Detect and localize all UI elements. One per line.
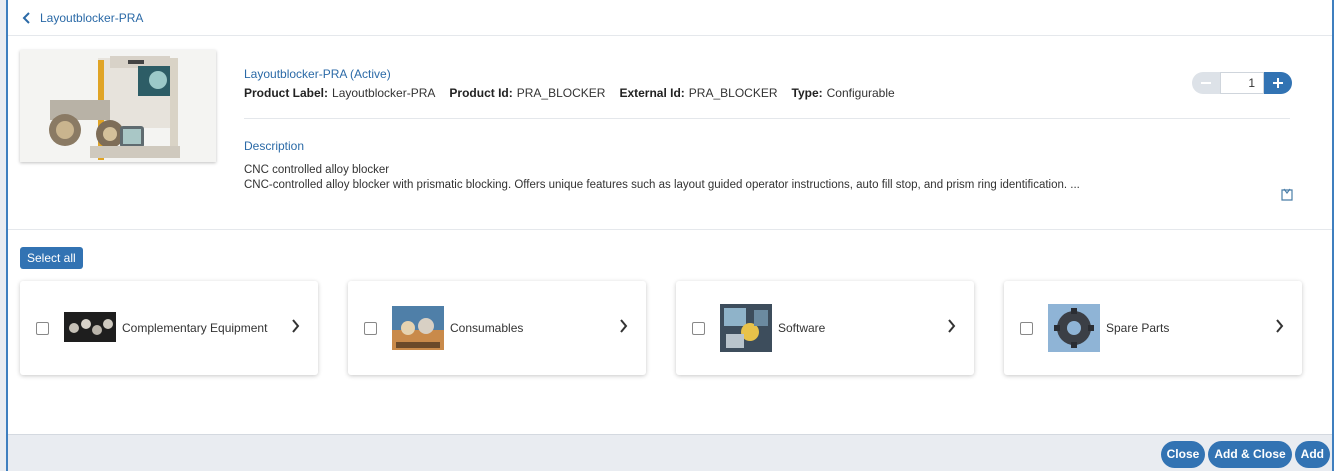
info-divider bbox=[244, 118, 1290, 119]
product-label-key: Product Label: bbox=[244, 86, 329, 100]
external-id-key: External Id: bbox=[619, 86, 685, 100]
decrease-quantity-button[interactable] bbox=[1192, 72, 1220, 94]
close-button[interactable]: Close bbox=[1160, 441, 1206, 468]
category-label: Software bbox=[778, 321, 826, 335]
category-card-spare-parts[interactable]: Spare Parts bbox=[1004, 281, 1302, 375]
select-all-button[interactable]: Select all bbox=[20, 247, 83, 269]
product-image bbox=[20, 50, 216, 162]
back-link[interactable]: Layoutblocker-PRA bbox=[22, 11, 143, 25]
product-label-value: Layoutblocker-PRA bbox=[332, 86, 436, 100]
plus-icon bbox=[1273, 78, 1283, 88]
product-id-value: PRA_BLOCKER bbox=[516, 86, 606, 100]
product-panel: Layoutblocker-PRA (Active) Product Label… bbox=[20, 50, 1324, 230]
category-checkbox[interactable] bbox=[1020, 321, 1033, 335]
add-button[interactable]: Add bbox=[1294, 441, 1330, 468]
external-id-value: PRA_BLOCKER bbox=[688, 86, 778, 100]
add-and-close-button[interactable]: Add & Close bbox=[1208, 441, 1292, 468]
category-label: Complementary Equipment bbox=[122, 321, 268, 335]
chevron-right-icon[interactable] bbox=[291, 319, 300, 333]
category-card-software[interactable]: Software bbox=[676, 281, 974, 375]
section-divider bbox=[8, 229, 1332, 230]
description-text: CNC controlled alloy blocker CNC-control… bbox=[244, 163, 1080, 193]
description-line-2: CNC-controlled alloy blocker with prisma… bbox=[244, 179, 1080, 191]
category-checkbox[interactable] bbox=[692, 321, 705, 335]
increase-quantity-button[interactable] bbox=[1264, 72, 1292, 94]
category-label: Spare Parts bbox=[1106, 321, 1170, 335]
chevron-left-icon bbox=[22, 11, 30, 24]
product-info: Layoutblocker-PRA (Active) Product Label… bbox=[244, 67, 895, 100]
description-line-1: CNC controlled alloy blocker bbox=[244, 164, 390, 176]
type-key: Type: bbox=[791, 86, 823, 100]
collapse-icon[interactable] bbox=[1280, 188, 1294, 202]
category-cards: Complementary Equipment Consumables Soft… bbox=[20, 281, 1302, 375]
quantity-stepper: 1 bbox=[1192, 72, 1292, 94]
type-value: Configurable bbox=[826, 86, 895, 100]
chevron-right-icon[interactable] bbox=[1275, 319, 1284, 333]
product-title: Layoutblocker-PRA (Active) bbox=[244, 67, 391, 81]
dialog-footer: Close Add & Close Add bbox=[8, 434, 1332, 471]
quantity-input[interactable]: 1 bbox=[1220, 72, 1264, 94]
spare-parts-thumbnail bbox=[1048, 304, 1100, 352]
category-card-complementary-equipment[interactable]: Complementary Equipment bbox=[20, 281, 318, 375]
complementary-equipment-thumbnail bbox=[64, 312, 116, 342]
dialog-frame: Layoutblocker-PRA Layoutblocker-PRA (Act… bbox=[6, 0, 1334, 471]
chevron-right-icon[interactable] bbox=[947, 319, 956, 333]
consumables-thumbnail bbox=[392, 306, 444, 350]
description-title: Description bbox=[244, 139, 305, 153]
category-checkbox[interactable] bbox=[364, 321, 377, 335]
top-bar: Layoutblocker-PRA bbox=[8, 0, 1332, 36]
category-card-consumables[interactable]: Consumables bbox=[348, 281, 646, 375]
product-id-key: Product Id: bbox=[449, 86, 513, 100]
product-meta: Product Label: Layoutblocker-PRA Product … bbox=[244, 86, 895, 100]
software-thumbnail bbox=[720, 304, 772, 352]
category-label: Consumables bbox=[450, 321, 524, 335]
footer-buttons: Close Add & Close Add bbox=[1160, 441, 1330, 468]
back-link-label: Layoutblocker-PRA bbox=[40, 10, 144, 25]
category-checkbox[interactable] bbox=[36, 321, 49, 335]
minus-icon bbox=[1201, 82, 1211, 84]
chevron-right-icon[interactable] bbox=[619, 319, 628, 333]
